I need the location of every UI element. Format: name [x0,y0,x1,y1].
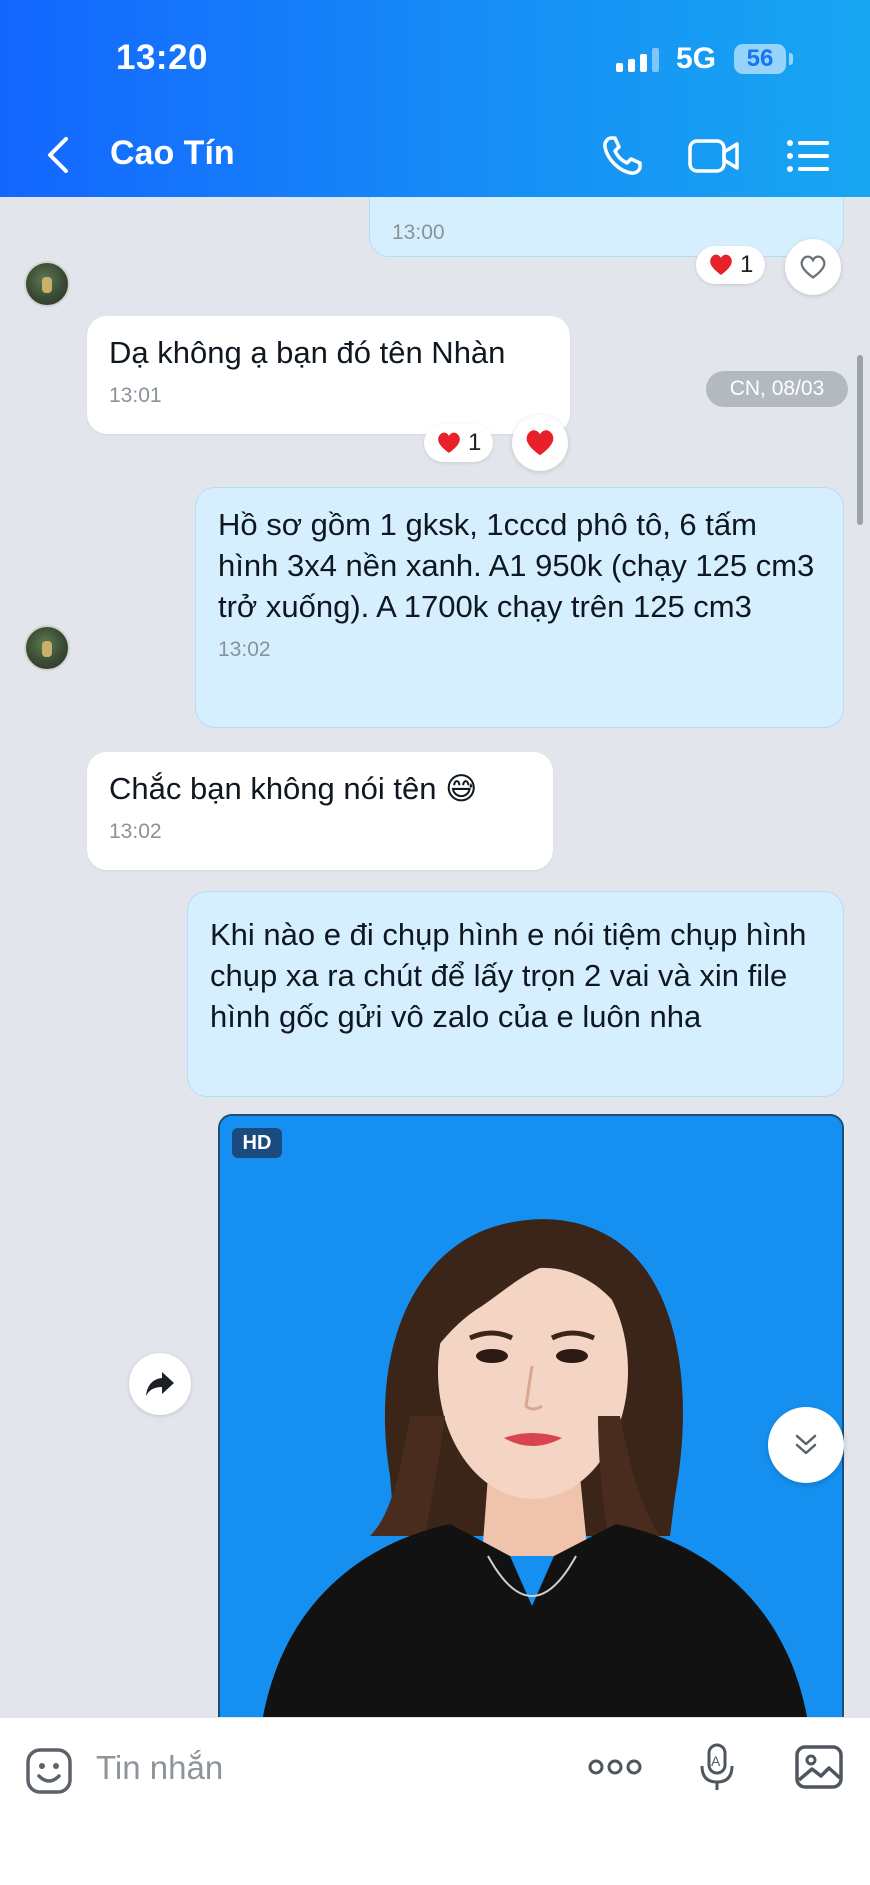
photo-message[interactable]: HD [218,1114,844,1717]
more-dots-icon [588,1759,642,1775]
double-chevron-down-icon [795,1434,817,1455]
voice-button[interactable]: A [692,1740,742,1794]
avatar[interactable] [24,625,70,671]
image-button[interactable] [793,1742,845,1792]
image-icon [795,1745,843,1789]
more-button[interactable] [585,1752,645,1782]
message-incoming[interactable]: Chắc bạn không nói tên 😅 13:02 [87,752,553,870]
reaction-count: 1 [740,251,754,278]
message-text: Chắc bạn không nói tên 😅 [109,771,478,806]
video-call-button[interactable] [686,128,742,184]
scrollbar[interactable] [857,355,863,525]
heart-icon [526,430,554,456]
message-time: 13:00 [392,221,445,244]
message-incoming[interactable]: Dạ không ạ bạn đó tên Nhàn 13:01 [87,316,570,434]
message-text: Hồ sơ gồm 1 gksk, 1cccd phô tô, 6 tấm hì… [218,507,815,624]
app-header: 13:20 5G 56 Cao Tín [0,0,870,197]
portrait-photo [220,1116,842,1717]
sticker-button[interactable] [22,1744,76,1798]
message-list[interactable]: 13:00 1 CN, 08/03 Dạ không ạ bạn đó tên … [0,197,870,1717]
react-button[interactable] [785,239,841,295]
phone-icon [603,136,642,175]
share-arrow-icon [146,1372,174,1396]
list-menu-icon [787,140,829,172]
battery-tip [789,53,793,65]
message-time: 13:02 [109,820,162,843]
message-time: 13:01 [109,384,162,407]
menu-button[interactable] [780,128,836,184]
react-button[interactable] [512,415,568,471]
video-camera-icon [688,139,739,173]
network-type: 5G [676,42,717,75]
scroll-to-bottom-button[interactable] [768,1407,844,1483]
date-separator: CN, 08/03 [706,371,848,407]
status-time: 13:20 [116,38,209,77]
message-outgoing[interactable]: Hồ sơ gồm 1 gksk, 1cccd phô tô, 6 tấm hì… [195,487,844,728]
message-input[interactable] [96,1738,556,1798]
battery-level: 56 [746,45,774,72]
reaction-summary[interactable]: 1 [696,246,766,284]
signal-icon [616,48,659,72]
svg-text:A: A [711,1753,721,1769]
heart-outline-icon [800,255,826,279]
message-outgoing[interactable]: Khi nào e đi chụp hình e nói tiệm chụp h… [187,891,844,1097]
heart-icon [710,254,732,275]
share-button[interactable] [129,1353,191,1415]
reaction-summary[interactable]: 1 [424,424,494,462]
emoji-sticker-icon [26,1748,72,1794]
call-button[interactable] [594,128,650,184]
back-button[interactable] [40,133,80,177]
battery-icon: 56 [734,44,786,74]
reaction-count: 1 [468,429,482,456]
chevron-left-icon [48,137,68,173]
microphone-icon: A [700,1743,734,1790]
avatar[interactable] [24,261,70,307]
message-outgoing[interactable]: 13:00 [369,197,844,257]
heart-icon [438,432,460,453]
hd-badge: HD [232,1128,282,1158]
message-text: Khi nào e đi chụp hình e nói tiệm chụp h… [210,917,807,1034]
message-time: 13:02 [218,638,271,661]
message-text: Dạ không ạ bạn đó tên Nhàn [109,335,506,370]
conversation-title[interactable]: Cao Tín [110,134,235,173]
